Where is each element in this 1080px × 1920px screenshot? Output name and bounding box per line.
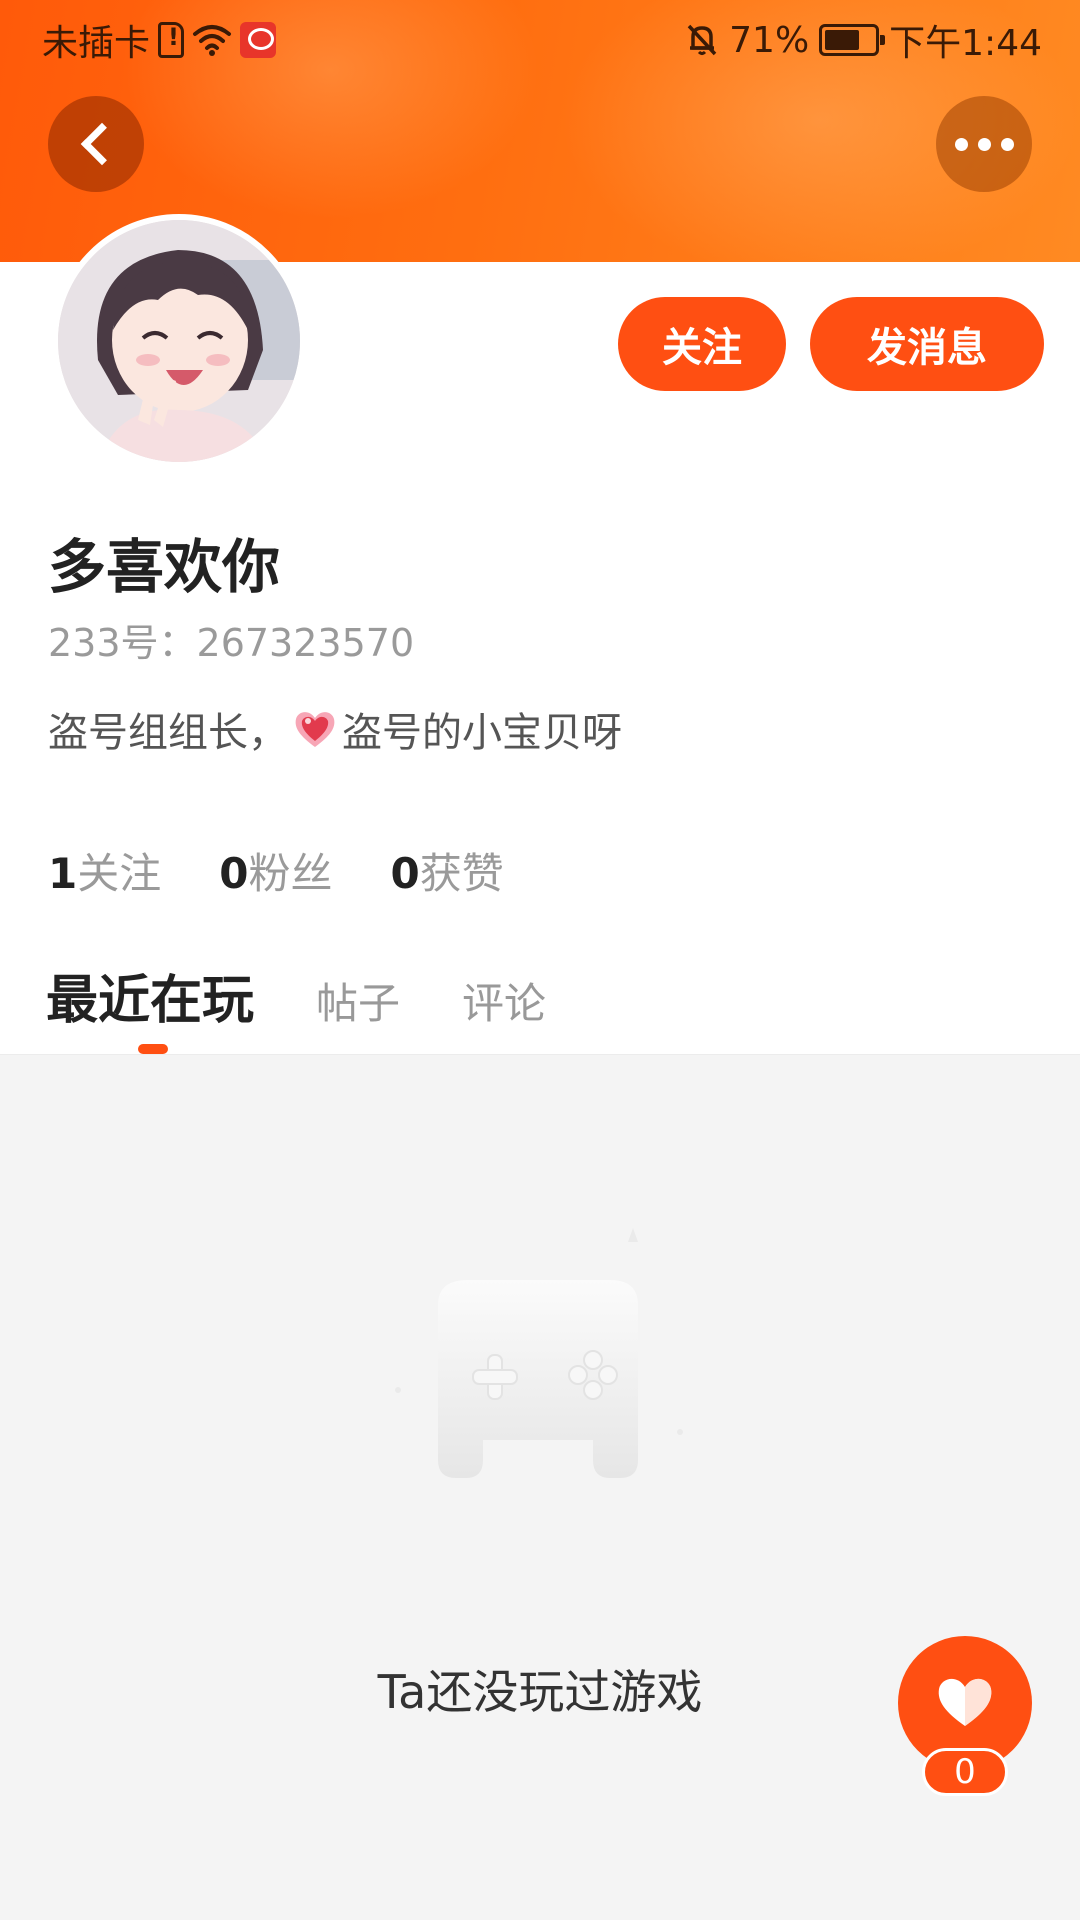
profile-tabs: 最近在玩 帖子 评论 <box>46 958 608 1033</box>
user-id: 233号：267323570 <box>48 621 415 665</box>
back-button[interactable] <box>48 96 144 192</box>
stat-following[interactable]: 1关注 <box>48 840 161 901</box>
bell-off-icon <box>685 22 719 58</box>
battery-percent: 71% <box>729 19 810 61</box>
send-message-button[interactable]: 发消息 <box>810 297 1044 391</box>
tab-indicator <box>138 1044 168 1054</box>
like-count-badge: 0 <box>922 1748 1008 1796</box>
username: 多喜欢你 <box>48 533 281 601</box>
bio: 盗号组组长， 盗号的小宝贝呀 <box>48 700 622 758</box>
stat-likes-count: 0 <box>390 849 420 898</box>
tab-recently-played[interactable]: 最近在玩 <box>46 958 254 1033</box>
stat-following-label: 关注 <box>77 849 162 898</box>
status-bar: 未插卡 71% 下午1:44 <box>0 0 1080 74</box>
stat-likes[interactable]: 0获赞 <box>391 840 504 901</box>
more-options-button[interactable] <box>936 96 1032 192</box>
battery-icon <box>819 24 886 56</box>
stat-likes-label: 获赞 <box>419 849 504 898</box>
tab-posts[interactable]: 帖子 <box>316 970 400 1031</box>
profile-stats: 1关注 0粉丝 0获赞 <box>48 840 504 901</box>
gamepad-icon <box>388 1210 688 1510</box>
bio-text-end: 盗号的小宝贝呀 <box>342 710 622 756</box>
wifi-icon <box>192 22 232 58</box>
sim-alert-icon <box>158 22 185 58</box>
follow-button[interactable]: 关注 <box>618 297 786 391</box>
clock: 下午1:44 <box>889 23 1042 64</box>
bio-text-start: 盗号组组长， <box>48 710 288 756</box>
more-horizontal-icon <box>954 137 1014 151</box>
avatar[interactable] <box>52 214 306 468</box>
tab-comments[interactable]: 评论 <box>462 970 546 1031</box>
stat-following-count: 1 <box>48 849 78 898</box>
stat-fans-label: 粉丝 <box>248 849 333 898</box>
stat-fans[interactable]: 0粉丝 <box>219 840 332 901</box>
stat-fans-count: 0 <box>219 849 249 898</box>
sparkling-heart-icon <box>292 706 338 752</box>
carrier-text: 未插卡 <box>42 23 151 64</box>
chevron-left-icon <box>80 122 124 166</box>
heart-icon <box>935 1674 995 1732</box>
app-notification-icon <box>240 22 277 58</box>
